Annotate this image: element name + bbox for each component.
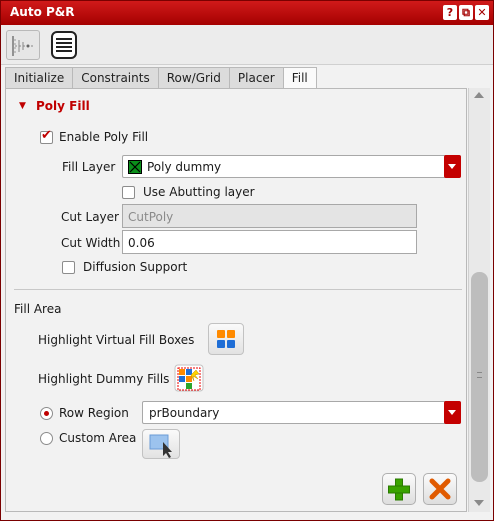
scroll-up-arrow-icon[interactable] xyxy=(474,92,484,98)
tab-placer[interactable]: Placer xyxy=(228,67,284,88)
row-region-select[interactable]: prBoundary xyxy=(142,401,461,424)
diffusion-support-checkbox[interactable] xyxy=(62,261,75,274)
close-button[interactable]: ✕ xyxy=(475,5,489,20)
highlight-virtual-fill-button[interactable] xyxy=(208,323,244,355)
use-abutting-label: Use Abutting layer xyxy=(143,185,255,199)
tree-view-button[interactable] xyxy=(6,30,40,60)
auto-pr-window: Auto P&R ? ⧉ ✕ Initialize Constraints Ro… xyxy=(0,0,494,521)
scroll-thumb[interactable] xyxy=(471,272,488,482)
tab-row-grid[interactable]: Row/Grid xyxy=(157,67,230,88)
title-bar: Auto P&R ? ⧉ ✕ xyxy=(1,1,493,25)
custom-area-select-button[interactable] xyxy=(142,429,180,459)
vertical-scrollbar[interactable] xyxy=(468,88,490,512)
cut-width-value: 0.06 xyxy=(128,236,155,250)
list-view-icon xyxy=(51,31,77,59)
area-select-cursor-icon xyxy=(149,434,172,458)
highlight-dummy-label: Highlight Dummy Fills xyxy=(38,372,170,386)
fill-panel: ▼ Poly Fill Enable Poly Fill Fill Layer … xyxy=(5,88,467,512)
delete-button[interactable] xyxy=(423,473,457,505)
diffusion-support-label: Diffusion Support xyxy=(83,260,188,274)
dummy-fills-icon xyxy=(174,364,204,392)
use-abutting-checkbox[interactable] xyxy=(122,186,135,199)
cut-layer-label: Cut Layer xyxy=(61,210,119,224)
poly-fill-title[interactable]: Poly Fill xyxy=(36,99,90,113)
window-title: Auto P&R xyxy=(10,5,75,19)
row-region-value: prBoundary xyxy=(149,406,220,420)
list-view-button[interactable] xyxy=(47,30,81,60)
section-divider xyxy=(14,289,462,290)
chevron-down-icon[interactable] xyxy=(444,401,461,424)
add-button[interactable] xyxy=(382,473,416,505)
cut-layer-value: CutPoly xyxy=(128,210,174,224)
tab-fill[interactable]: Fill xyxy=(282,67,317,89)
scroll-down-arrow-icon[interactable] xyxy=(474,500,484,506)
fill-layer-label: Fill Layer xyxy=(62,160,116,174)
fill-area-title: Fill Area xyxy=(14,302,62,316)
row-region-radio[interactable] xyxy=(40,407,53,420)
tree-view-icon xyxy=(12,36,33,56)
chevron-down-icon[interactable] xyxy=(444,155,461,178)
enable-poly-fill-checkbox[interactable] xyxy=(40,128,53,144)
help-button[interactable]: ? xyxy=(443,5,457,20)
fill-layer-select[interactable]: Poly dummy xyxy=(122,155,461,178)
custom-area-radio[interactable] xyxy=(40,432,53,445)
highlight-virtual-label: Highlight Virtual Fill Boxes xyxy=(38,333,195,347)
tab-constraints[interactable]: Constraints xyxy=(72,67,159,88)
tab-initialize[interactable]: Initialize xyxy=(5,67,74,88)
collapse-triangle-icon[interactable]: ▼ xyxy=(19,101,26,111)
fill-layer-value: Poly dummy xyxy=(147,160,222,174)
enable-poly-fill-label: Enable Poly Fill xyxy=(59,130,149,144)
cut-layer-field: CutPoly xyxy=(122,204,417,228)
toolbar xyxy=(1,25,493,65)
restore-button[interactable]: ⧉ xyxy=(459,5,473,20)
cut-width-input[interactable]: 0.06 xyxy=(122,230,417,254)
row-region-label: Row Region xyxy=(59,406,129,420)
highlight-dummy-fills-button[interactable] xyxy=(172,362,206,394)
cut-width-label: Cut Width xyxy=(61,236,121,250)
virtual-fill-boxes-icon xyxy=(217,330,235,348)
tab-bar: Initialize Constraints Row/Grid Placer F… xyxy=(5,67,317,89)
delete-x-icon xyxy=(429,478,451,500)
custom-area-label: Custom Area xyxy=(59,431,137,445)
layer-swatch-icon xyxy=(128,160,142,174)
grip-icon xyxy=(477,372,482,378)
plus-icon xyxy=(388,478,410,501)
